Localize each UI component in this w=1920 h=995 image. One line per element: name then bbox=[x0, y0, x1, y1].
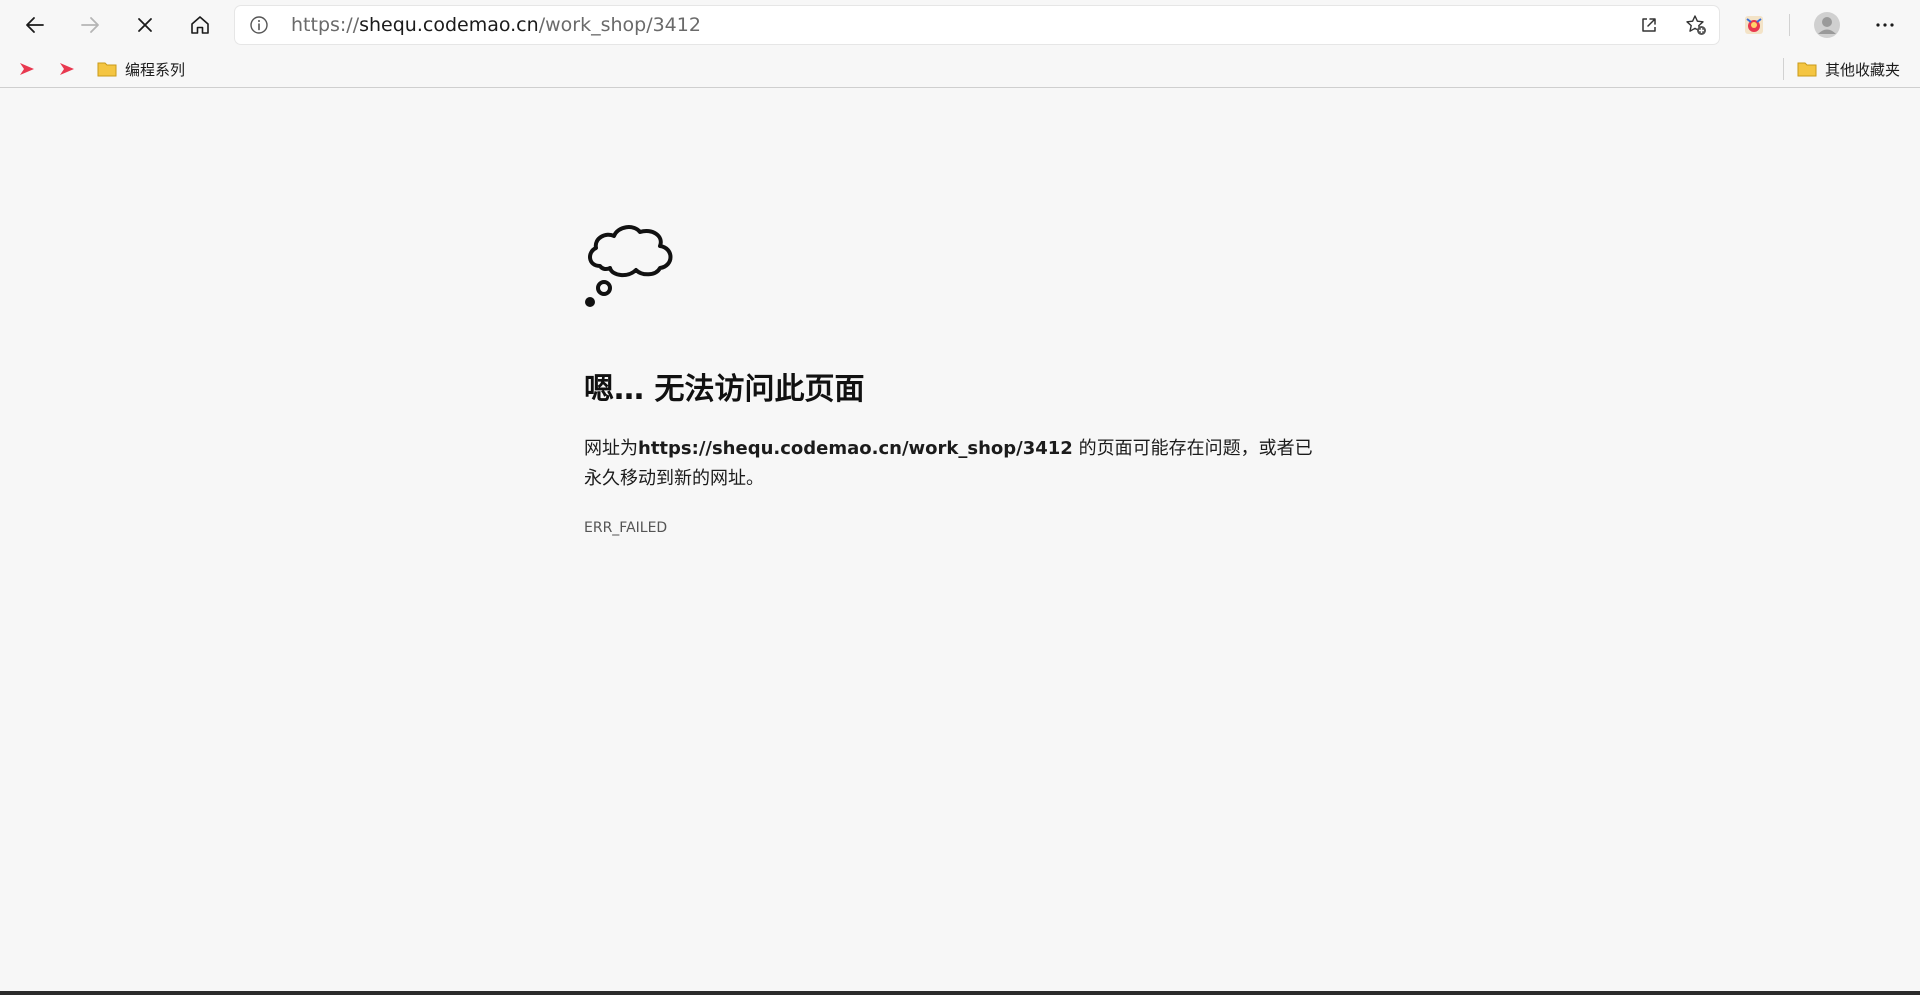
extension-icon bbox=[1745, 16, 1763, 34]
folder-icon bbox=[97, 62, 117, 77]
address-path: /work_shop/3412 bbox=[538, 14, 701, 36]
back-button[interactable] bbox=[16, 6, 54, 44]
error-title: 嗯… 无法访问此页面 bbox=[584, 372, 865, 407]
stop-button[interactable] bbox=[126, 6, 164, 44]
bookmark-item-2[interactable] bbox=[58, 54, 76, 84]
error-desc-prefix: 网址为 bbox=[584, 438, 638, 459]
close-icon bbox=[138, 18, 152, 32]
open-external-icon[interactable] bbox=[1639, 15, 1659, 35]
bookmarks-bar: 编程系列 其他收藏夹 bbox=[0, 50, 1920, 88]
error-description: 网址为https://shequ.codemao.cn/work_shop/34… bbox=[584, 434, 1324, 494]
bookmark-folder[interactable]: 编程系列 bbox=[97, 54, 185, 84]
home-button[interactable] bbox=[181, 6, 219, 44]
bookmark-favicon-icon bbox=[20, 63, 34, 75]
more-menu-button[interactable] bbox=[1866, 6, 1904, 44]
folder-icon bbox=[1797, 62, 1817, 77]
forward-button[interactable] bbox=[71, 6, 109, 44]
avatar-icon bbox=[1814, 12, 1840, 38]
extension-button[interactable] bbox=[1735, 6, 1773, 44]
error-code: ERR_FAILED bbox=[584, 520, 668, 536]
star-add-icon[interactable] bbox=[1684, 13, 1708, 37]
other-bookmarks-label: 其他收藏夹 bbox=[1825, 60, 1901, 79]
address-text[interactable]: https://shequ.codemao.cn/work_shop/3412 bbox=[291, 6, 701, 44]
profile-button[interactable] bbox=[1808, 6, 1846, 44]
address-bar[interactable]: https://shequ.codemao.cn/work_shop/3412 bbox=[235, 6, 1719, 44]
info-icon[interactable] bbox=[249, 15, 269, 35]
bookmark-favicon-icon bbox=[60, 63, 74, 75]
toolbar-divider bbox=[1789, 14, 1790, 36]
thought-cloud-icon bbox=[585, 225, 673, 307]
page-content: 嗯… 无法访问此页面 网址为https://shequ.codemao.cn/w… bbox=[0, 88, 1920, 988]
address-scheme: https:// bbox=[291, 14, 360, 36]
back-arrow-icon bbox=[26, 17, 44, 33]
taskbar-edge bbox=[0, 991, 1920, 995]
browser-toolbar: https://shequ.codemao.cn/work_shop/3412 bbox=[0, 0, 1920, 50]
other-bookmarks[interactable]: 其他收藏夹 bbox=[1797, 54, 1900, 84]
more-icon bbox=[1876, 23, 1894, 27]
address-host: shequ.codemao.cn bbox=[359, 14, 539, 36]
browser-chrome: https://shequ.codemao.cn/work_shop/3412 bbox=[0, 0, 1920, 88]
home-icon bbox=[191, 16, 209, 34]
bookmarks-divider bbox=[1783, 58, 1784, 80]
error-desc-url: https://shequ.codemao.cn/work_shop/3412 bbox=[638, 438, 1073, 459]
forward-arrow-icon bbox=[81, 17, 99, 33]
bookmark-folder-label: 编程系列 bbox=[125, 60, 186, 79]
bookmark-item-1[interactable] bbox=[18, 54, 36, 84]
